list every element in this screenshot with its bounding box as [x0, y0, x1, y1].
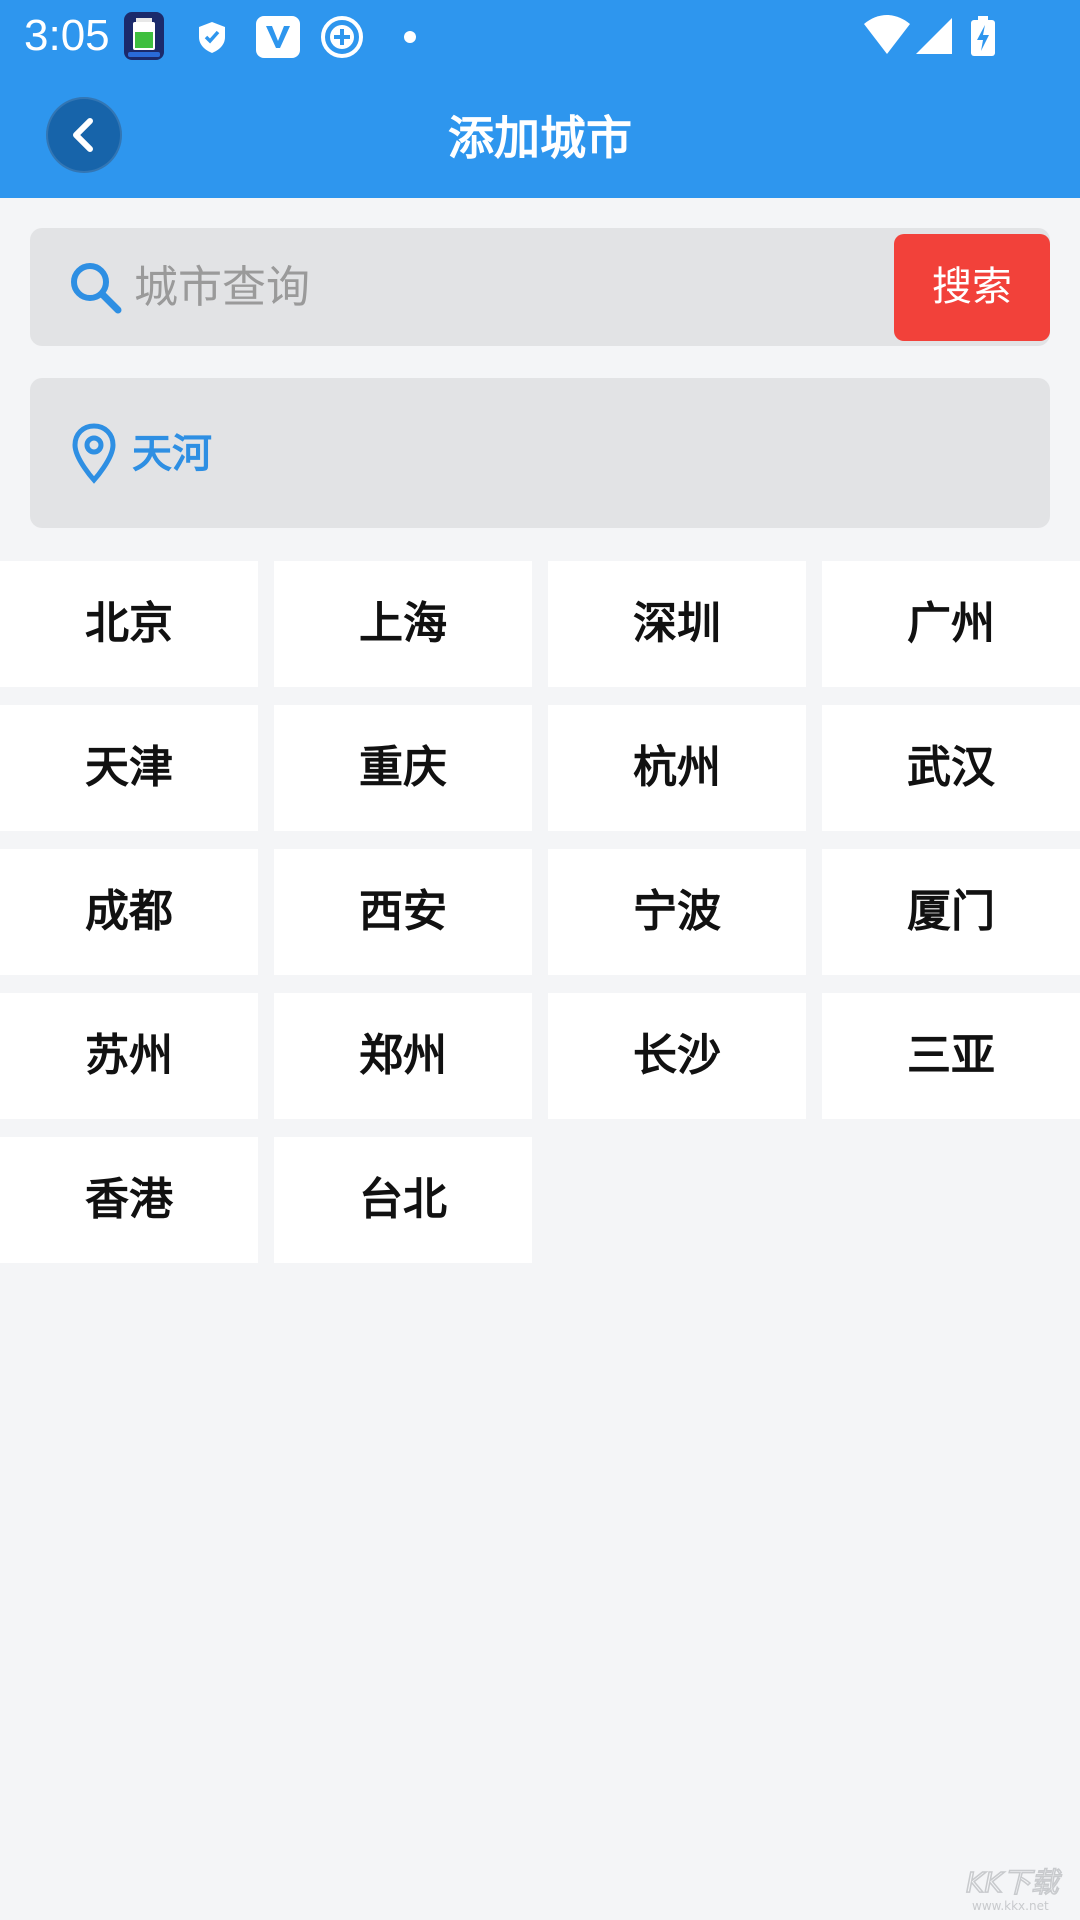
status-time: 3:05	[24, 11, 110, 60]
city-button[interactable]: 宁波	[548, 849, 806, 975]
city-button[interactable]: 北京	[0, 561, 258, 687]
notification-dot-icon	[404, 31, 416, 43]
battery-app-icon	[124, 12, 164, 60]
city-button[interactable]: 苏州	[0, 993, 258, 1119]
city-button[interactable]: 厦门	[822, 849, 1080, 975]
v-app-icon	[256, 16, 300, 58]
city-button[interactable]: 香港	[0, 1137, 258, 1263]
search-button[interactable]: 搜索	[894, 234, 1050, 341]
svg-text:www.kkx.net: www.kkx.net	[972, 1899, 1049, 1913]
city-button[interactable]: 天津	[0, 705, 258, 831]
add-circle-icon	[321, 16, 363, 58]
svg-text:KK下载: KK下载	[966, 1866, 1062, 1899]
battery-charging-icon	[971, 16, 995, 56]
city-button[interactable]: 台北	[274, 1137, 532, 1263]
search-icon	[71, 263, 122, 314]
city-button[interactable]: 成都	[0, 849, 258, 975]
map-pin-icon	[72, 423, 116, 484]
city-button[interactable]: 长沙	[548, 993, 806, 1119]
shield-icon	[199, 22, 225, 53]
city-button[interactable]: 武汉	[822, 705, 1080, 831]
location-label: 天河	[132, 431, 212, 477]
city-button[interactable]: 广州	[822, 561, 1080, 687]
kk-watermark-logo: KK下载 www.kkx.net	[965, 1865, 1062, 1913]
wifi-icon	[864, 15, 910, 54]
city-button[interactable]: 西安	[274, 849, 532, 975]
current-location-item[interactable]: 天河	[30, 378, 1050, 528]
city-button[interactable]: 深圳	[548, 561, 806, 687]
city-button[interactable]: 重庆	[274, 705, 532, 831]
city-button[interactable]: 三亚	[822, 993, 1080, 1119]
search-input[interactable]	[134, 252, 734, 322]
city-button[interactable]: 郑州	[274, 993, 532, 1119]
app-header: 3:05 添加城市	[0, 0, 1080, 198]
page-title: 添加城市	[448, 111, 632, 165]
signal-icon	[916, 18, 952, 54]
city-button[interactable]: 杭州	[548, 705, 806, 831]
city-button[interactable]: 上海	[274, 561, 532, 687]
